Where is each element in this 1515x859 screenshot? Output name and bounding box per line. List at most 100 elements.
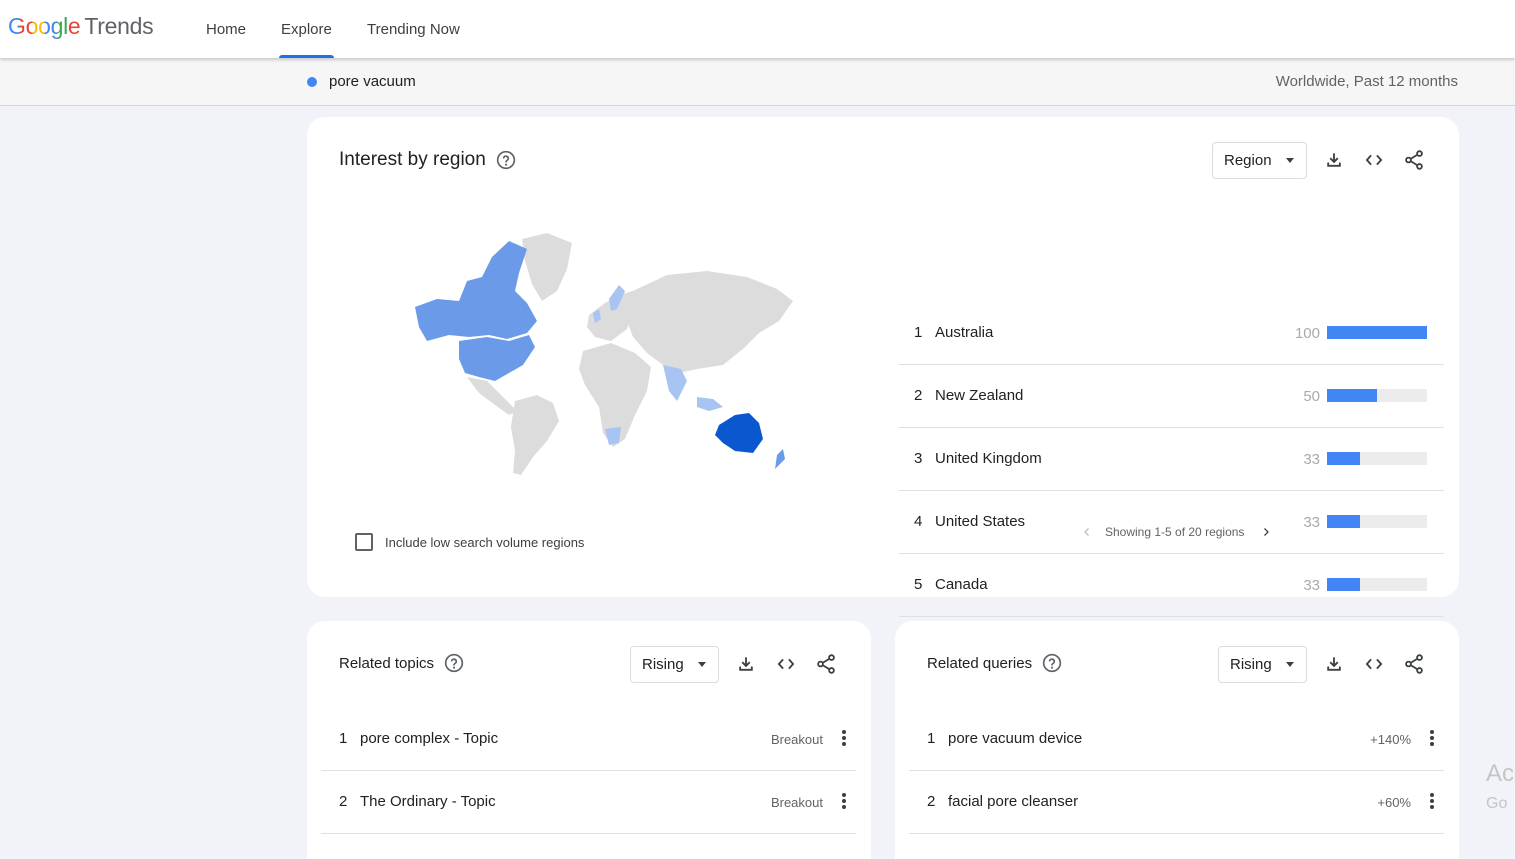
map-mexico[interactable] [467,377,517,415]
region-bar [1327,326,1427,339]
region-rank: 4 [914,513,923,530]
region-bar [1327,515,1427,528]
topic-name[interactable]: pore complex - Topic [360,730,498,747]
region-name[interactable]: New Zealand [935,387,1023,404]
region-rank: 5 [914,576,923,593]
region-pager: Showing 1-5 of 20 regions [1077,522,1276,542]
map-new-zealand[interactable] [775,449,785,469]
region-dropdown[interactable]: Region [1212,142,1307,179]
nav-trending-now[interactable]: Trending Now [367,0,460,58]
query-row[interactable]: 2 facial pore cleanser +60% [909,771,1444,834]
topic-value: Breakout [770,732,823,747]
more-vert-icon[interactable] [1426,728,1438,748]
related-topics-card: Related topics Rising 1 pore complex - T… [307,621,871,859]
search-term[interactable]: pore vacuum [329,73,416,90]
low-volume-label: Include low search volume regions [385,534,585,550]
download-icon[interactable] [1322,652,1346,676]
activate-windows-watermark: Ac [1486,760,1515,787]
region-value: 100 [1294,325,1320,342]
map-canada[interactable] [415,241,537,341]
checkbox-box[interactable] [355,533,373,551]
region-bar-fill [1327,515,1360,528]
region-rank: 2 [914,387,923,404]
more-vert-icon[interactable] [838,728,850,748]
related-queries-card: Related queries Rising 1 pore vacuum dev… [895,621,1459,859]
more-vert-icon[interactable] [1426,791,1438,811]
activate-windows-watermark-sub: Go [1486,795,1508,812]
region-row[interactable]: 5 Canada 33 [899,554,1444,617]
region-row[interactable]: 1 Australia 100 [899,302,1444,365]
region-value: 33 [1303,451,1320,468]
region-rank: 3 [914,450,923,467]
region-dropdown-label: Region [1224,152,1272,169]
help-icon[interactable] [1042,653,1062,673]
google-trends-logo[interactable]: Google Trends [8,13,154,40]
topic-name[interactable]: The Ordinary - Topic [360,793,496,810]
search-scope[interactable]: Worldwide, Past 12 months [1276,73,1458,90]
map-australia[interactable] [715,413,763,453]
topic-value: Breakout [770,795,823,810]
queries-dropdown-label: Rising [1230,656,1272,673]
logo-google: Google [8,13,81,39]
top-bar: Google Trends Home Explore Trending Now [0,0,1515,58]
low-volume-checkbox[interactable]: Include low search volume regions [355,533,584,551]
map-asia[interactable] [627,271,793,373]
region-name[interactable]: Canada [935,576,988,593]
map-greenland[interactable] [522,233,572,301]
map-southeast-asia[interactable] [697,397,723,411]
map-south-africa[interactable] [605,427,621,445]
region-value: 50 [1303,388,1320,405]
region-bar-fill [1327,452,1360,465]
query-rank: 1 [927,730,936,747]
region-card-title: Interest by region [339,149,516,171]
chevron-left-icon[interactable] [1077,522,1097,542]
region-name[interactable]: Australia [935,324,993,341]
region-row[interactable]: 3 United Kingdom 33 [899,428,1444,491]
chevron-right-icon[interactable] [1256,522,1276,542]
topic-row[interactable]: 2 The Ordinary - Topic Breakout [321,771,856,834]
query-name[interactable]: pore vacuum device [948,730,1082,747]
caret-down-icon [697,662,706,667]
query-row[interactable]: 1 pore vacuum device +140% [909,708,1444,771]
caret-down-icon [1285,662,1294,667]
download-icon[interactable] [1322,148,1346,172]
share-icon[interactable] [1402,652,1426,676]
map-united-states[interactable] [459,335,535,381]
caret-down-icon [1285,158,1294,163]
topic-row[interactable]: 1 pore complex - Topic Breakout [321,708,856,771]
query-name[interactable]: facial pore cleanser [948,793,1078,810]
embed-code-icon[interactable] [774,652,798,676]
region-name[interactable]: United Kingdom [935,450,1042,467]
more-vert-icon[interactable] [838,791,850,811]
topic-rank: 1 [339,730,348,747]
topics-filter-dropdown[interactable]: Rising [630,646,719,683]
help-icon[interactable] [496,150,516,170]
query-rank: 2 [927,793,936,810]
topics-title-text: Related topics [339,654,435,672]
share-icon[interactable] [1402,148,1426,172]
topics-card-title: Related topics [339,653,464,673]
nav-explore-label: Explore [281,20,332,38]
region-title-text: Interest by region [339,149,486,170]
query-value: +140% [1370,732,1411,747]
region-row[interactable]: 2 New Zealand 50 [899,365,1444,428]
active-tab-indicator [279,55,334,58]
help-icon[interactable] [444,653,464,673]
nav-explore[interactable]: Explore [279,0,334,58]
region-bar [1327,578,1427,591]
embed-code-icon[interactable] [1362,652,1386,676]
topic-rank: 2 [339,793,348,810]
region-name[interactable]: United States [935,513,1025,530]
world-map[interactable] [397,229,797,489]
queries-filter-dropdown[interactable]: Rising [1218,646,1307,683]
interest-by-region-card: Interest by region Region Include low se… [307,117,1459,617]
share-icon[interactable] [814,652,838,676]
download-icon[interactable] [734,652,758,676]
region-bar-fill [1327,326,1427,339]
query-value: +60% [1377,795,1411,810]
term-color-dot [307,77,317,87]
nav-home[interactable]: Home [206,0,246,58]
embed-code-icon[interactable] [1362,148,1386,172]
region-bar-fill [1327,389,1377,402]
map-south-america[interactable] [511,395,559,475]
